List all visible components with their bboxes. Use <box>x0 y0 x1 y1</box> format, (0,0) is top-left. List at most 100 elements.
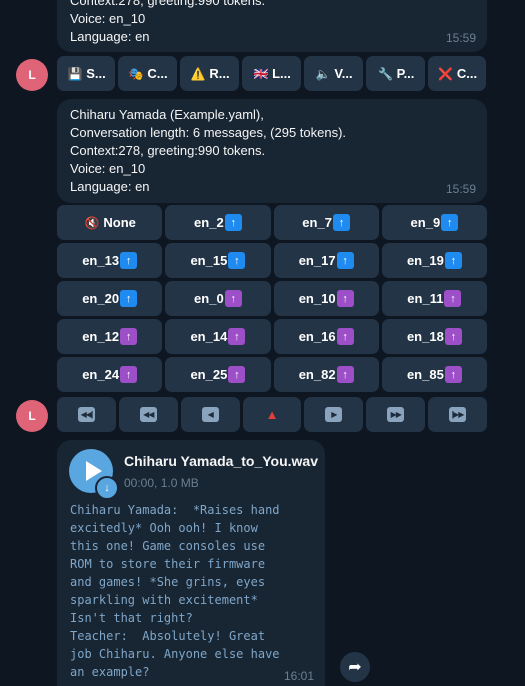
voice-option-label: en_24 <box>82 367 120 382</box>
rewind-button[interactable]: ◀◀ <box>118 397 178 432</box>
voice-option-button[interactable]: en_12 <box>57 319 163 354</box>
voice-option-button[interactable]: en_18 <box>381 319 487 354</box>
voice-option-label: en_10 <box>298 291 336 306</box>
male-voice-icon <box>120 252 138 269</box>
action-button-row: 💾 S... 🎭 C... ⚠️ R... 🇬🇧 L... 🔈 V... 🔧 P... ❌ C… <box>57 56 487 91</box>
voice-option-label: en_19 <box>406 253 444 268</box>
voice-option-label: None <box>103 215 136 230</box>
floppy-disk-icon: 💾 <box>67 66 83 81</box>
male-voice-icon <box>120 290 138 307</box>
fast-forward-icon: ▶▶ <box>387 407 405 422</box>
save-button[interactable]: 💾 S... <box>57 56 115 91</box>
female-voice-icon <box>120 328 138 345</box>
button-label: C... <box>147 66 168 81</box>
avatar-initial: L <box>28 409 36 423</box>
voice-option-label: en_14 <box>190 329 228 344</box>
close-button[interactable]: ❌ C... <box>428 56 486 91</box>
audio-meta: 00:00, 1.0 MB <box>124 476 199 490</box>
wrench-icon: 🔧 <box>378 66 394 81</box>
navigation-button-row: ◀◀| ◀◀ ◀ ▲ ▶ ▶▶ |▶▶ <box>57 397 488 432</box>
voice-option-button[interactable]: en_16 <box>273 319 379 354</box>
character-button[interactable]: 🎭 C... <box>118 56 177 91</box>
voice-option-button[interactable]: en_24 <box>57 357 163 392</box>
voice-button[interactable]: 🔈 V... <box>304 56 363 91</box>
female-voice-icon <box>336 290 354 307</box>
message-line: Voice: en_10 <box>70 161 146 176</box>
voice-option-label: en_9 <box>410 215 441 230</box>
button-label: S... <box>86 66 106 81</box>
voice-option-label: en_7 <box>302 215 332 230</box>
female-voice-icon <box>444 290 462 307</box>
voice-option-button[interactable]: en_85 <box>381 357 487 392</box>
voice-option-button[interactable]: en_15 <box>165 243 271 278</box>
next-button[interactable]: ▶ <box>304 397 364 432</box>
current-triangle-icon: ▲ <box>265 407 279 422</box>
voice-option-label: en_17 <box>298 253 336 268</box>
avatar[interactable]: L <box>16 59 48 91</box>
voice-option-button[interactable]: en_17 <box>273 243 379 278</box>
last-page-button[interactable]: |▶▶ <box>428 397 488 432</box>
message-line: Conversation length: 6 messages, (295 to… <box>70 125 347 140</box>
forward-arrow-icon: ➦ <box>348 659 362 676</box>
uk-flag-icon: 🇬🇧 <box>253 66 269 81</box>
audio-filename: Chiharu Yamada_to_You.wav <box>124 453 318 469</box>
voice-option-label: en_13 <box>82 253 120 268</box>
button-label: R... <box>209 66 230 81</box>
male-voice-icon <box>332 214 350 231</box>
previous-icon: ◀ <box>201 407 219 422</box>
voice-option-label: en_12 <box>82 329 120 344</box>
button-label: P... <box>396 66 415 81</box>
button-label: L... <box>272 66 291 81</box>
status-message-partial: Context:278, greeting:990 tokens. Voice:… <box>57 0 487 52</box>
cross-mark-icon: ❌ <box>438 66 454 81</box>
message-line: Voice: en_10 <box>70 11 146 26</box>
rewind-icon: ◀◀ <box>139 407 157 422</box>
male-voice-icon <box>224 214 242 231</box>
voice-option-button[interactable]: en_14 <box>165 319 271 354</box>
status-message: Chiharu Yamada (Example.yaml), Conversat… <box>57 99 487 203</box>
audio-message: ↓ Chiharu Yamada_to_You.wav 00:00, 1.0 M… <box>57 440 325 686</box>
voice-option-button[interactable]: en_19 <box>381 243 487 278</box>
fast-forward-button[interactable]: ▶▶ <box>366 397 426 432</box>
reset-button[interactable]: ⚠️ R... <box>180 56 239 91</box>
female-voice-icon <box>224 290 242 307</box>
female-voice-icon <box>336 366 354 383</box>
voice-option-button[interactable]: en_7 <box>273 205 379 240</box>
voice-option-button[interactable]: en_25 <box>165 357 271 392</box>
voice-option-button[interactable]: en_11 <box>381 281 487 316</box>
preset-button[interactable]: 🔧 P... <box>366 56 425 91</box>
previous-button[interactable]: ◀ <box>180 397 240 432</box>
warning-icon: ⚠️ <box>190 66 206 81</box>
next-icon: ▶ <box>325 407 343 422</box>
language-button[interactable]: 🇬🇧 L... <box>242 56 301 91</box>
voice-option-button[interactable]: en_13 <box>57 243 163 278</box>
message-line: Language: en <box>70 29 150 44</box>
female-voice-icon <box>120 366 138 383</box>
voice-option-label: en_16 <box>298 329 336 344</box>
female-voice-icon <box>444 366 462 383</box>
female-voice-icon <box>228 328 246 345</box>
male-voice-icon <box>336 252 354 269</box>
message-line: Context:278, greeting:990 tokens. <box>70 0 266 8</box>
voice-option-button[interactable]: en_2 <box>165 205 271 240</box>
voice-option-button[interactable]: en_10 <box>273 281 379 316</box>
download-icon[interactable]: ↓ <box>95 476 119 500</box>
current-button[interactable]: ▲ <box>242 397 302 432</box>
button-label: V... <box>334 66 353 81</box>
avatar[interactable]: L <box>16 400 48 432</box>
voice-option-button[interactable]: en_9 <box>381 205 487 240</box>
first-page-button[interactable]: ◀◀| <box>57 397 116 432</box>
voice-option-button[interactable]: en_0 <box>165 281 271 316</box>
masks-icon: 🎭 <box>128 66 144 81</box>
message-line: Language: en <box>70 179 150 194</box>
female-voice-icon <box>444 328 462 345</box>
voice-option-label: en_15 <box>190 253 228 268</box>
speaker-icon: 🔈 <box>315 66 331 81</box>
message-time: 15:59 <box>445 31 476 45</box>
voice-option-button[interactable]: en_20 <box>57 281 163 316</box>
male-voice-icon <box>228 252 246 269</box>
voice-option-button[interactable]: en_82 <box>273 357 379 392</box>
share-button[interactable]: ➦ <box>340 652 370 682</box>
message-line: Context:278, greeting:990 tokens. <box>70 143 266 158</box>
voice-option-button[interactable]: 🔇 None <box>57 205 163 240</box>
